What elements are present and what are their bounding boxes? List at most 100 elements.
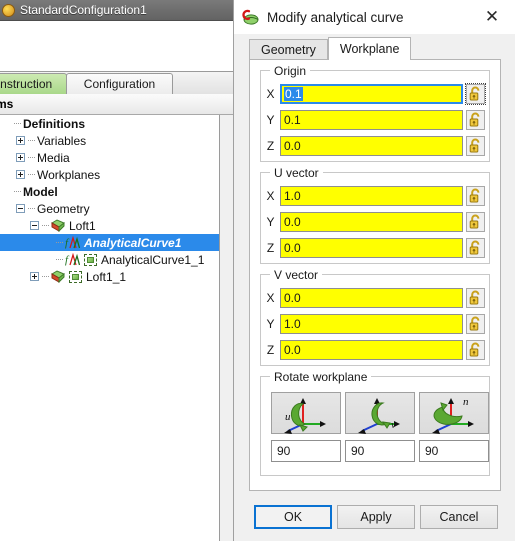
apply-button[interactable]: Apply [337, 505, 415, 529]
cancel-button[interactable]: Cancel [420, 505, 498, 529]
axis-label-z: Z [266, 139, 275, 153]
tree-item-label: AnalyticalCurve1 [84, 235, 182, 250]
tree-connector [28, 207, 35, 210]
rotate-angle-value: 90 [277, 444, 291, 458]
tree-item-variables[interactable]: Variables [0, 132, 219, 149]
unlocked-lock-icon[interactable] [466, 136, 485, 156]
group-origin: Origin X 0.1 Y 0.1 Z 0.0 [260, 64, 491, 162]
rotate-about-u-icon-button[interactable]: u [271, 392, 341, 434]
items-header: Items [0, 94, 237, 115]
rotate-angle-input-n[interactable]: 90 [419, 440, 489, 462]
tree-expander-plus[interactable] [16, 136, 25, 145]
dialog-titlebar: Modify analytical curve ✕ [234, 0, 515, 34]
group-v-vector-label: V vector [270, 268, 323, 282]
tree-item-label: Loft1_1 [86, 269, 127, 284]
field-u-vector-z: Z 0.0 [261, 238, 491, 258]
workplane-chip-icon [84, 253, 97, 266]
svg-text:u: u [285, 411, 291, 423]
field-u-vector-y: Y 0.0 [261, 212, 491, 232]
rotate-angle-input-v[interactable]: 90 [345, 440, 415, 462]
tree-expander-spacer [2, 119, 11, 128]
tab-workplane[interactable]: Workplane [327, 37, 412, 60]
input-v-vector-x[interactable]: 0.0 [280, 288, 463, 308]
field-v-vector-z: Z 0.0 [261, 340, 491, 360]
input-value: 0.1 [284, 113, 301, 127]
tree-connector [42, 224, 49, 227]
unlocked-lock-icon[interactable] [466, 238, 485, 258]
axis-label-x: X [266, 291, 275, 305]
tree-item-geometry[interactable]: Geometry [0, 200, 219, 217]
input-value: 1.0 [284, 317, 301, 331]
unlocked-lock-icon[interactable] [466, 288, 485, 308]
input-origin-x[interactable]: 0.1 [280, 84, 463, 104]
modify-analytical-curve-dialog: Modify analytical curve ✕ Geometry Workp… [233, 0, 515, 541]
rotate-angle-value: 90 [425, 444, 439, 458]
rotate-angle-input-u[interactable]: 90 [271, 440, 341, 462]
unlocked-lock-icon[interactable] [466, 212, 485, 232]
input-v-vector-y[interactable]: 1.0 [280, 314, 463, 334]
unlocked-lock-icon[interactable] [465, 83, 486, 105]
tree-item-definitions[interactable]: Definitions [0, 115, 219, 132]
rotate-about-n-icon-button[interactable]: n [419, 392, 489, 434]
input-value: 0.0 [284, 215, 301, 229]
input-v-vector-z[interactable]: 0.0 [280, 340, 463, 360]
tree-expander-plus[interactable] [30, 272, 39, 281]
tree-item-loft1-1[interactable]: Loft1_1 [0, 268, 219, 285]
tree-item-analyticalcurve1-1[interactable]: f AnalyticalCurve1_1 [0, 251, 219, 268]
svg-text:n: n [463, 396, 469, 408]
tree-item-label: Workplanes [37, 167, 101, 182]
tree-connector [42, 275, 49, 278]
loft-diamond-icon [51, 270, 65, 284]
model-tree[interactable]: Definitions Variables Media Workplanes Model… [0, 115, 219, 541]
analytical-curve-icon: f [65, 235, 81, 249]
tree-item-model[interactable]: Model [0, 183, 219, 200]
tab-construction-label: Construction [0, 77, 53, 91]
close-icon[interactable]: ✕ [471, 2, 513, 32]
field-origin-z: Z 0.0 [261, 136, 491, 156]
field-v-vector-x: X 0.0 [261, 288, 491, 308]
input-u-vector-y[interactable]: 0.0 [280, 212, 463, 232]
ok-button-label: OK [283, 510, 303, 524]
input-origin-y[interactable]: 0.1 [280, 110, 463, 130]
tree-item-label: Definitions [23, 116, 85, 131]
app-tabstrip: Construction Configuration [0, 72, 237, 95]
tab-construction[interactable]: Construction [0, 73, 67, 94]
axis-label-x: X [266, 189, 275, 203]
unlocked-lock-icon[interactable] [466, 186, 485, 206]
rotate-about-v-icon-button[interactable]: v [345, 392, 415, 434]
tree-connector [28, 156, 35, 159]
tree-expander-spacer [44, 255, 53, 264]
axis-label-z: Z [266, 343, 275, 357]
input-u-vector-z[interactable]: 0.0 [280, 238, 463, 258]
ok-button[interactable]: OK [254, 505, 332, 529]
input-value: 0.0 [284, 343, 301, 357]
tree-connector [56, 241, 63, 244]
axis-label-z: Z [266, 241, 275, 255]
tree-item-workplanes[interactable]: Workplanes [0, 166, 219, 183]
unlocked-lock-icon[interactable] [466, 110, 485, 130]
tree-item-analyticalcurve1[interactable]: f AnalyticalCurve1 [0, 234, 219, 251]
tree-item-media[interactable]: Media [0, 149, 219, 166]
tab-configuration-label: Configuration [83, 77, 156, 91]
tree-expander-minus[interactable] [30, 221, 39, 230]
tree-expander-minus[interactable] [16, 204, 25, 213]
tree-item-label: Loft1 [69, 218, 96, 233]
field-origin-x: X 0.1 [261, 83, 491, 105]
workplane-tab-panel: Origin X 0.1 Y 0.1 Z 0.0 U vector X 1.0 Y 0.0 Z 0.0 V … [249, 59, 501, 491]
dialog-tabs: Geometry Workplane [249, 37, 412, 60]
unlocked-lock-icon[interactable] [466, 340, 485, 360]
tab-configuration[interactable]: Configuration [66, 73, 173, 94]
field-origin-y: Y 0.1 [261, 110, 491, 130]
tree-expander-plus[interactable] [16, 153, 25, 162]
input-u-vector-x[interactable]: 1.0 [280, 186, 463, 206]
tree-connector [28, 173, 35, 176]
tree-expander-plus[interactable] [16, 170, 25, 179]
app-titlebar: StandardConfiguration1 [0, 0, 237, 21]
tab-geometry[interactable]: Geometry [249, 39, 328, 60]
tree-item-loft1[interactable]: Loft1 [0, 217, 219, 234]
cancel-button-label: Cancel [439, 510, 479, 524]
input-origin-z[interactable]: 0.0 [280, 136, 463, 156]
unlocked-lock-icon[interactable] [466, 314, 485, 334]
group-v-vector: V vector X 0.0 Y 1.0 Z 0.0 [260, 268, 491, 366]
axis-label-y: Y [266, 317, 275, 331]
